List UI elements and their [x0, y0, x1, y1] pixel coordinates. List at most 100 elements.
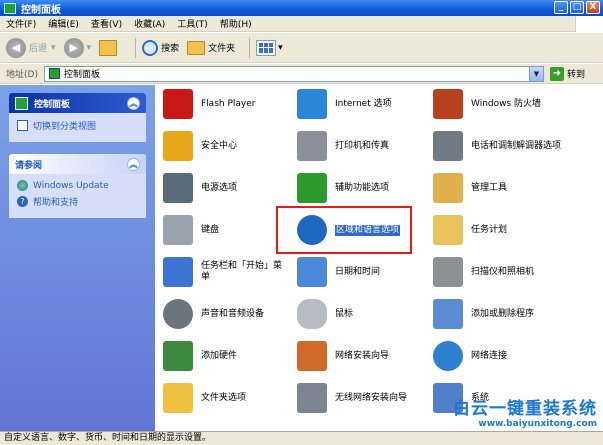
mouse-icon [297, 299, 327, 329]
collapse-icon[interactable]: ︽ [127, 157, 140, 171]
item-label: 电话和调制解调器选项 [471, 140, 562, 151]
scanner-camera-icon [433, 257, 463, 287]
go-label: 转到 [566, 70, 585, 80]
date-time-icon [297, 257, 327, 287]
back-arrow-icon: ◀ [6, 37, 26, 58]
window-title: 控制面板 [21, 4, 61, 16]
item-label: 扫描仪和照相机 [471, 266, 535, 277]
folder-options-icon [163, 383, 193, 413]
folders-button[interactable]: 文件夹 [187, 40, 235, 55]
window-buttons: _ □ X [554, 1, 600, 14]
item-add-remove-programs[interactable]: 添加或删除程序 [433, 299, 534, 329]
item-security-center[interactable]: 安全中心 [163, 131, 237, 161]
item-phone-modem[interactable]: 电话和调制解调器选项 [433, 131, 581, 161]
network-connections-icon [433, 341, 463, 371]
scheduled-tasks-icon [433, 215, 463, 245]
sound-icon [163, 299, 193, 329]
phone-modem-icon [433, 131, 463, 161]
item-scanners-cameras[interactable]: 扫描仪和照相机 [433, 257, 534, 287]
item-label: 管理工具 [471, 182, 508, 193]
control-panel-panel-header[interactable]: 控制面板 ︽ [9, 93, 146, 113]
item-label: Windows 防火墙 [471, 98, 542, 109]
item-label: 辅助功能选项 [335, 182, 390, 193]
maximize-button[interactable]: □ [570, 1, 584, 14]
keyboard-icon [163, 215, 193, 245]
chevron-down-icon: ▾ [86, 42, 92, 53]
status-bar: 自定义语言、数字、货币、时间和日期的显示设置。 [0, 431, 603, 445]
go-button[interactable]: ➜ 转到 [549, 66, 585, 81]
item-network-setup-wizard[interactable]: 网络安装向导 [297, 341, 389, 371]
folder-up-icon [99, 39, 118, 56]
menu-favorites[interactable]: 收藏(A) [134, 17, 165, 30]
region-language-icon [297, 215, 327, 245]
internet-options-icon [297, 89, 327, 119]
close-button[interactable]: X [586, 1, 600, 14]
menu-help[interactable]: 帮助(H) [220, 17, 252, 30]
item-network-connections[interactable]: 网络连接 [433, 341, 507, 371]
item-sound-audio[interactable]: 声音和音频设备 [163, 299, 264, 329]
menu-bar: 文件(F) 编辑(E) 查看(V) 收藏(A) 工具(T) 帮助(H) [0, 16, 603, 32]
back-button[interactable]: ◀ 后退 ▾ [6, 37, 56, 58]
item-internet-options[interactable]: Internet 选项 [297, 89, 392, 119]
folders-icon [187, 40, 206, 55]
item-label: 电源选项 [201, 182, 238, 193]
toolbar: ◀ 后退 ▾ ▶ ▾ 搜索 文件夹 ▾ [0, 33, 603, 63]
menu-tools[interactable]: 工具(T) [177, 17, 208, 30]
item-mouse[interactable]: 鼠标 [297, 299, 353, 329]
item-add-hardware[interactable]: 添加硬件 [163, 341, 237, 371]
menu-file[interactable]: 文件(F) [6, 17, 36, 30]
minimize-button[interactable]: _ [554, 1, 568, 14]
panel-body: Windows Update ? 帮助和支持 [9, 174, 146, 218]
item-label: 区域和语言选项 [335, 224, 401, 236]
views-icon [256, 39, 277, 56]
collapse-icon[interactable]: ︽ [127, 96, 140, 110]
item-admin-tools[interactable]: 管理工具 [433, 173, 507, 203]
panel-body: 切换到分类视图 [9, 113, 146, 142]
item-folder-options[interactable]: 文件夹选项 [163, 383, 246, 413]
switch-category-view-link[interactable]: 切换到分类视图 [17, 119, 138, 132]
control-panel-panel: 控制面板 ︽ 切换到分类视图 [9, 93, 146, 142]
control-panel-items: Flash Player Internet 选项 Windows 防火墙 安全中… [155, 85, 603, 431]
item-printers-faxes[interactable]: 打印机和传真 [297, 131, 389, 161]
watermark-title: 白云一键重装系统 [453, 399, 597, 419]
panel-title: 请参阅 [15, 160, 43, 171]
item-label: 键盘 [201, 224, 220, 235]
firewall-icon [433, 89, 463, 119]
printer-icon [297, 131, 327, 161]
item-taskbar-start-menu[interactable]: 任务栏和「开始」菜单 [163, 257, 289, 287]
item-label: Internet 选项 [335, 98, 392, 109]
help-support-link[interactable]: ? 帮助和支持 [17, 195, 138, 208]
item-wireless-setup-wizard[interactable]: 无线网络安装向导 [297, 383, 407, 413]
views-button[interactable]: ▾ [256, 39, 283, 56]
address-bar: 地址(D) 控制面板 ▼ ➜ 转到 [0, 64, 603, 84]
wireless-setup-icon [297, 383, 327, 413]
see-also-panel: 请参阅 ︽ Windows Update ? 帮助和支持 [9, 154, 146, 218]
item-scheduled-tasks[interactable]: 任务计划 [433, 215, 507, 245]
control-panel-icon [15, 96, 28, 110]
accessibility-icon [297, 173, 327, 203]
item-label: 文件夹选项 [201, 392, 247, 403]
forward-button[interactable]: ▶ ▾ [63, 37, 92, 58]
item-keyboard[interactable]: 键盘 [163, 215, 219, 245]
up-button[interactable] [99, 39, 121, 56]
item-date-time[interactable]: 日期和时间 [297, 257, 380, 287]
item-accessibility[interactable]: 辅助功能选项 [297, 173, 389, 203]
power-options-icon [163, 173, 193, 203]
see-also-panel-header[interactable]: 请参阅 ︽ [9, 154, 146, 174]
item-power-options[interactable]: 电源选项 [163, 173, 237, 203]
menu-edit[interactable]: 编辑(E) [48, 17, 79, 30]
address-input[interactable]: 控制面板 ▼ [43, 65, 544, 82]
item-label: 网络安装向导 [335, 350, 390, 361]
admin-tools-icon [433, 173, 463, 203]
item-label: 任务计划 [471, 224, 508, 235]
address-dropdown-button[interactable]: ▼ [528, 66, 543, 81]
control-panel-icon [4, 2, 16, 14]
windows-update-link[interactable]: Windows Update [17, 180, 138, 191]
item-windows-firewall[interactable]: Windows 防火墙 [433, 89, 541, 119]
item-label: Flash Player [201, 98, 256, 109]
search-button[interactable]: 搜索 [142, 39, 179, 56]
item-region-language[interactable]: 区域和语言选项 [297, 215, 401, 245]
menu-view[interactable]: 查看(V) [91, 17, 122, 30]
item-label: 声音和音频设备 [201, 308, 265, 319]
item-flash-player[interactable]: Flash Player [163, 89, 255, 119]
